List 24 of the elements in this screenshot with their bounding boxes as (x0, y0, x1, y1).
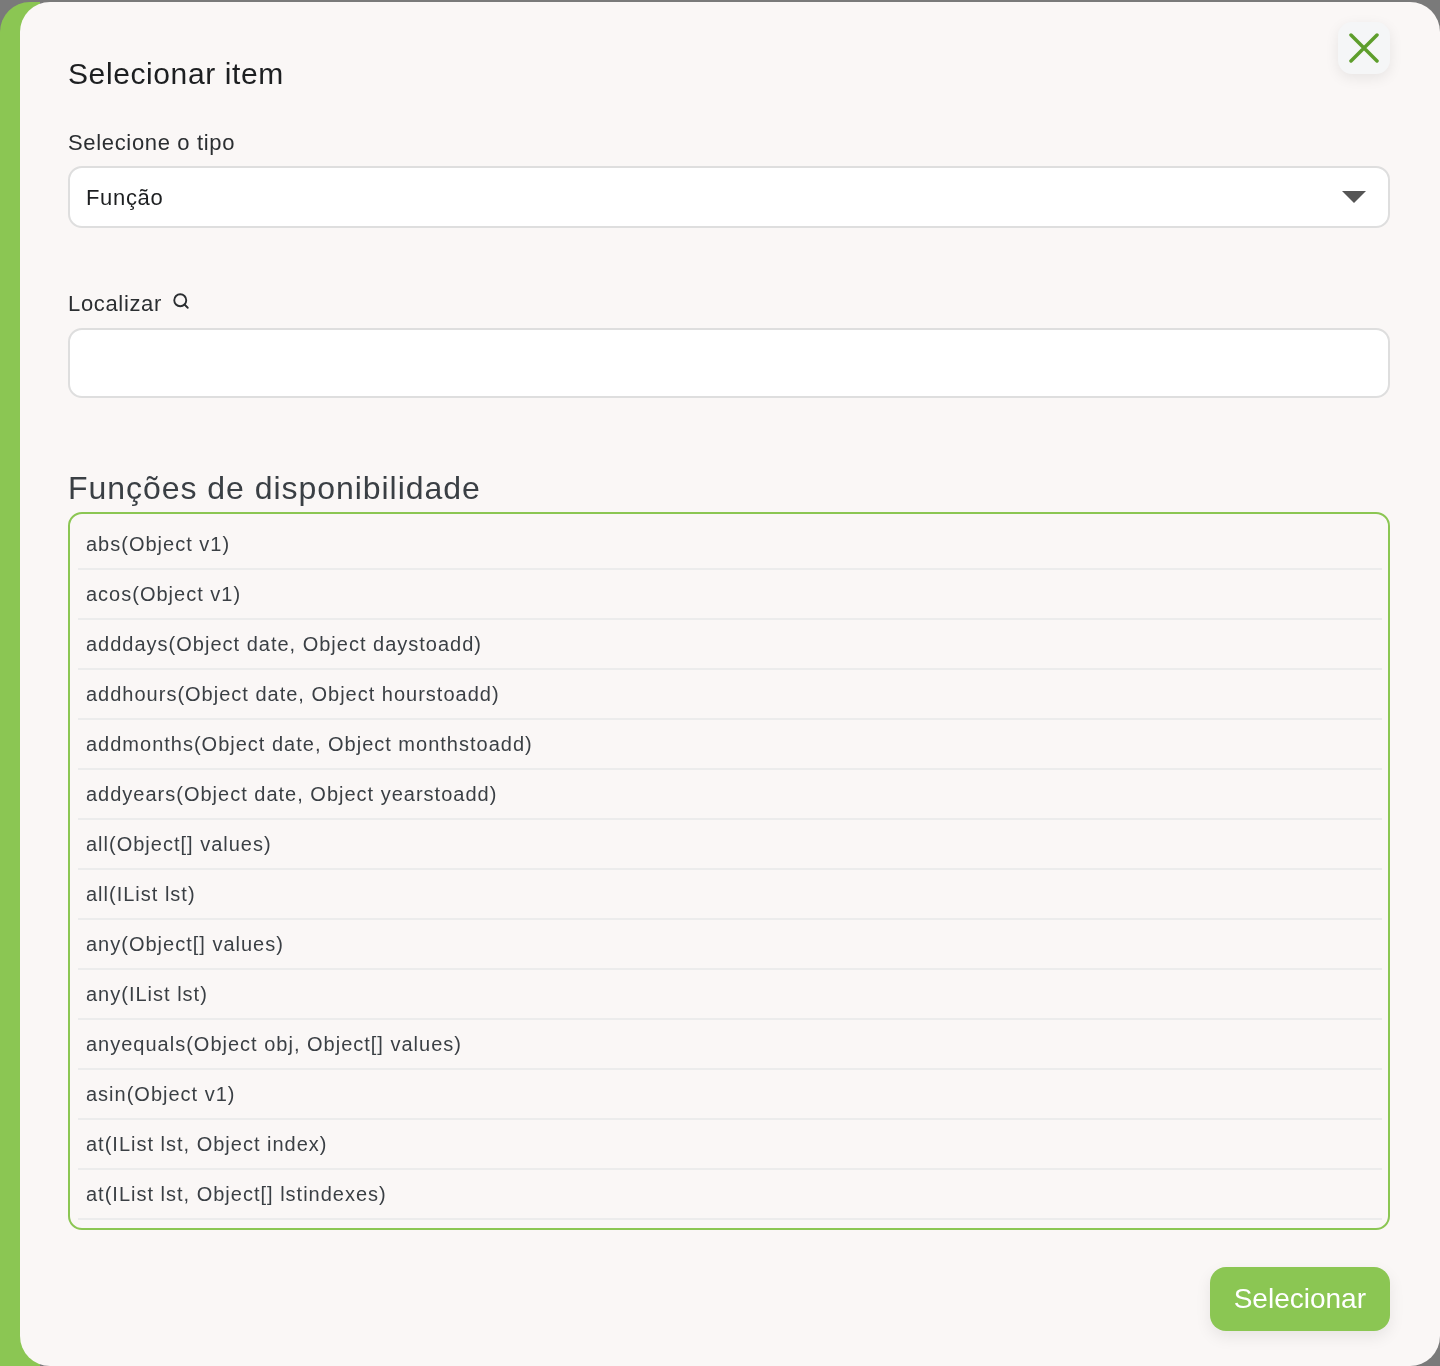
function-item[interactable]: addhours(Object date, Object hourstoadd) (78, 670, 1382, 720)
caret-icon (1342, 191, 1366, 203)
type-select[interactable]: Função (68, 166, 1390, 228)
function-item[interactable]: addmonths(Object date, Object monthstoadd) (78, 720, 1382, 770)
function-item[interactable]: addyears(Object date, Object yearstoadd) (78, 770, 1382, 820)
function-item[interactable]: any(IList lst) (78, 970, 1382, 1020)
function-item[interactable]: any(Object[] values) (78, 920, 1382, 970)
type-label: Selecione o tipo (68, 129, 236, 157)
function-item[interactable]: anyequals(Object obj, Object[] values) (78, 1020, 1382, 1070)
function-item[interactable]: all(IList lst) (78, 870, 1382, 920)
function-item[interactable]: at(IList lst, Object index) (78, 1120, 1382, 1170)
close-icon (1349, 33, 1379, 63)
close-button[interactable] (1338, 22, 1390, 74)
search-icon (172, 292, 190, 310)
function-item[interactable]: abs(Object v1) (78, 520, 1382, 570)
function-item[interactable]: all(Object[] values) (78, 820, 1382, 870)
function-item[interactable]: acos(Object v1) (78, 570, 1382, 620)
function-item[interactable]: adddays(Object date, Object daystoadd) (78, 620, 1382, 670)
dialog-title: Selecionar item (68, 56, 284, 92)
functions-heading: Funções de disponibilidade (68, 469, 481, 508)
search-field[interactable] (68, 328, 1390, 398)
search-label: Localizar (68, 290, 162, 318)
function-item[interactable]: at(IList lst, Object[] lstindexes) (78, 1170, 1382, 1220)
function-item[interactable]: asin(Object v1) (78, 1070, 1382, 1120)
